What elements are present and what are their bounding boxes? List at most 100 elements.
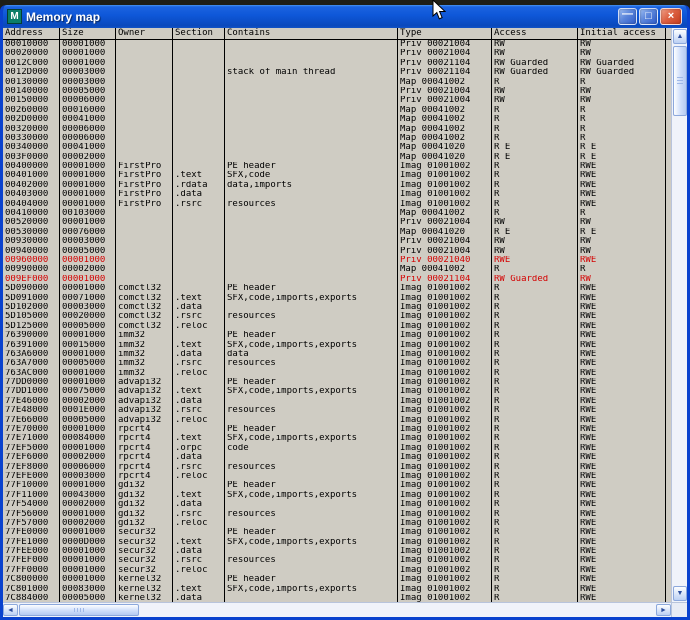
cell-owner: secur32 (116, 528, 173, 537)
table-row[interactable]: 002D000000041000Map 00041002RR (3, 115, 671, 124)
table-row[interactable]: 5D10500000020000comctl32.rsrcresourcesIm… (3, 312, 671, 321)
column-header-section[interactable]: Section (173, 28, 225, 39)
cell-section: .orpc (173, 444, 225, 453)
cell-owner: imm32 (116, 359, 173, 368)
table-row[interactable]: 0096000000001000Priv 00021040RWERWE (3, 256, 671, 265)
scroll-right-button[interactable]: ► (656, 604, 671, 616)
column-header-type[interactable]: Type (398, 28, 492, 39)
table-row[interactable]: 77F5600000001000gdi32.rsrcresourcesImag … (3, 510, 671, 519)
table-row[interactable]: 77F1000000001000gdi32PE headerImag 01001… (3, 481, 671, 490)
table-row[interactable]: 5D12500000005000comctl32.relocImag 01001… (3, 322, 671, 331)
minimize-button[interactable]: — (618, 8, 637, 25)
table-row[interactable]: 763A600000001000imm32.datadataImag 01001… (3, 350, 671, 359)
cell-size: 00075000 (60, 387, 116, 396)
cell-size: 00001000 (60, 378, 116, 387)
table-row[interactable]: 0012D00000003000stack of main threadPriv… (3, 68, 671, 77)
table-row[interactable]: 77EF800000006000rpcrt4.rsrcresourcesImag… (3, 463, 671, 472)
cell-contains: resources (225, 510, 398, 519)
column-header-contains[interactable]: Contains (225, 28, 398, 39)
table-row[interactable]: 0040200000001000FirstPro.rdatadata,impor… (3, 181, 671, 190)
table-row[interactable]: 77EF500000001000rpcrt4.orpccodeImag 0100… (3, 444, 671, 453)
table-row[interactable]: 7639000000001000imm32PE headerImag 01001… (3, 331, 671, 340)
table-row[interactable]: 77DD100000075000advapi32.textSFX,code,im… (3, 387, 671, 396)
cell-access: R (492, 519, 578, 528)
vertical-scrollbar[interactable]: ▲ ▼ (671, 28, 687, 602)
table-row[interactable]: 0052000000001000Priv 00021004RWRW (3, 218, 671, 227)
table-row[interactable]: 0033000000006000Map 00041002RR (3, 134, 671, 143)
cell-access: R (492, 397, 578, 406)
table-row[interactable]: 0001000000001000Priv 00021004RWRW (3, 40, 671, 49)
table-row[interactable]: 7C88400000005000kernel32.dataImag 010010… (3, 594, 671, 602)
scroll-down-button[interactable]: ▼ (673, 586, 687, 601)
horizontal-scroll-thumb[interactable] (19, 604, 139, 616)
table-row[interactable]: 77EFE00000003000rpcrt4.relocImag 0100100… (3, 472, 671, 481)
column-header-size[interactable]: Size (60, 28, 116, 39)
table-row[interactable]: 0040400000001000FirstPro.rsrcresourcesIm… (3, 200, 671, 209)
column-header-initial[interactable]: Initial access (578, 28, 666, 39)
cell-access: R (492, 547, 578, 556)
table-row[interactable]: 5D09000000001000comctl32PE headerImag 01… (3, 284, 671, 293)
column-header-access[interactable]: Access (492, 28, 578, 39)
table-row[interactable]: 77FE000000001000secur32PE headerImag 010… (3, 528, 671, 537)
column-header-owner[interactable]: Owner (116, 28, 173, 39)
table-row[interactable]: 77E480000001E000advapi32.rsrcresourcesIm… (3, 406, 671, 415)
table-row[interactable]: 009EF00000001000Priv 00021104RW GuardedR… (3, 275, 671, 284)
cell-size: 00001000 (60, 350, 116, 359)
table-row[interactable]: 77E4600000002000advapi32.dataImag 010010… (3, 397, 671, 406)
column-header-address[interactable]: Address (3, 28, 60, 39)
cell-section (173, 528, 225, 537)
table-row[interactable]: 763AC00000001000imm32.relocImag 01001002… (3, 369, 671, 378)
table-row[interactable]: 7C80000000001000kernel32PE headerImag 01… (3, 575, 671, 584)
table-row[interactable]: 0012C00000001000Priv 00021104RW GuardedR… (3, 59, 671, 68)
table-row[interactable]: 7639100000015000imm32.textSFX,code,impor… (3, 341, 671, 350)
table-row[interactable]: 77F5400000002000gdi32.dataImag 01001002R… (3, 500, 671, 509)
cell-section (173, 481, 225, 490)
cell-access: R (492, 78, 578, 87)
table-row[interactable]: 5D10200000003000comctl32.dataImag 010010… (3, 303, 671, 312)
vertical-scroll-thumb[interactable] (673, 46, 687, 116)
table-row[interactable]: 0032000000006000Map 00041002RR (3, 125, 671, 134)
table-row[interactable]: 0094000000005000Priv 00021004RWRW (3, 247, 671, 256)
table-row[interactable]: 77E6600000005000advapi32.relocImag 01001… (3, 416, 671, 425)
table-row[interactable]: 77FEE00000001000secur32.dataImag 0100100… (3, 547, 671, 556)
table-row[interactable]: 0053000000076000Map 00041020R ER E (3, 228, 671, 237)
table-row[interactable]: 77EF600000002000rpcrt4.dataImag 01001002… (3, 453, 671, 462)
table-row[interactable]: 0040000000001000FirstProPE headerImag 01… (3, 162, 671, 171)
table-row[interactable]: 763A700000005000imm32.rsrcresourcesImag … (3, 359, 671, 368)
table-row[interactable]: 77DD000000001000advapi32PE headerImag 01… (3, 378, 671, 387)
table-row[interactable]: 77F1100000043000gdi32.textSFX,code,impor… (3, 491, 671, 500)
maximize-button[interactable]: □ (639, 8, 658, 25)
cell-access: R (492, 115, 578, 124)
table-row[interactable]: 0040300000001000FirstPro.dataImag 010010… (3, 190, 671, 199)
table-row[interactable]: 0093000000003000Priv 00021004RWRW (3, 237, 671, 246)
table-row[interactable]: 77FF000000001000secur32.relocImag 010010… (3, 566, 671, 575)
table-row[interactable]: 0002000000001000Priv 00021004RWRW (3, 49, 671, 58)
close-button[interactable]: × (660, 8, 682, 25)
table-row[interactable]: 77FE10000000D000secur32.textSFX,code,imp… (3, 538, 671, 547)
table-row[interactable]: 003F000000002000Map 00041020R ER E (3, 153, 671, 162)
table-row[interactable]: 0015000000006000Priv 00021004RWRW (3, 96, 671, 105)
table-row[interactable]: 77E7100000084000rpcrt4.textSFX,code,impo… (3, 434, 671, 443)
cell-owner (116, 49, 173, 58)
cell-access: R (492, 481, 578, 490)
table-row[interactable]: 0014000000005000Priv 00021004RWRW (3, 87, 671, 96)
cell-section (173, 378, 225, 387)
table-row[interactable]: 77F5700000002000gdi32.relocImag 01001002… (3, 519, 671, 528)
cell-contains (225, 265, 398, 274)
table-row[interactable]: 0041000000103000Map 00041002RR (3, 209, 671, 218)
table-row[interactable]: 0034000000041000Map 00041020R ER E (3, 143, 671, 152)
table-row[interactable]: 7C80100000083000kernel32.textSFX,code,im… (3, 585, 671, 594)
table-row[interactable]: 0013000000003000Map 00041002RR (3, 78, 671, 87)
scroll-up-button[interactable]: ▲ (673, 29, 687, 44)
table-row[interactable]: 0026000000016000Map 00041002RR (3, 106, 671, 115)
table-row[interactable]: 77E7000000001000rpcrt4PE headerImag 0100… (3, 425, 671, 434)
scroll-left-button[interactable]: ◄ (3, 604, 18, 616)
table-row[interactable]: 5D09100000071000comctl32.textSFX,code,im… (3, 294, 671, 303)
horizontal-scrollbar[interactable]: ◄ ► (3, 602, 671, 617)
table-row[interactable]: 77FEF00000001000secur32.rsrcresourcesIma… (3, 556, 671, 565)
cell-address: 77EF8000 (3, 463, 60, 472)
table-row[interactable]: 0040100000001000FirstPro.textSFX,codeIma… (3, 171, 671, 180)
resize-grip[interactable] (671, 602, 687, 617)
titlebar[interactable]: M Memory map — □ × (3, 5, 687, 28)
table-row[interactable]: 0099000000002000Map 00041002RR (3, 265, 671, 274)
